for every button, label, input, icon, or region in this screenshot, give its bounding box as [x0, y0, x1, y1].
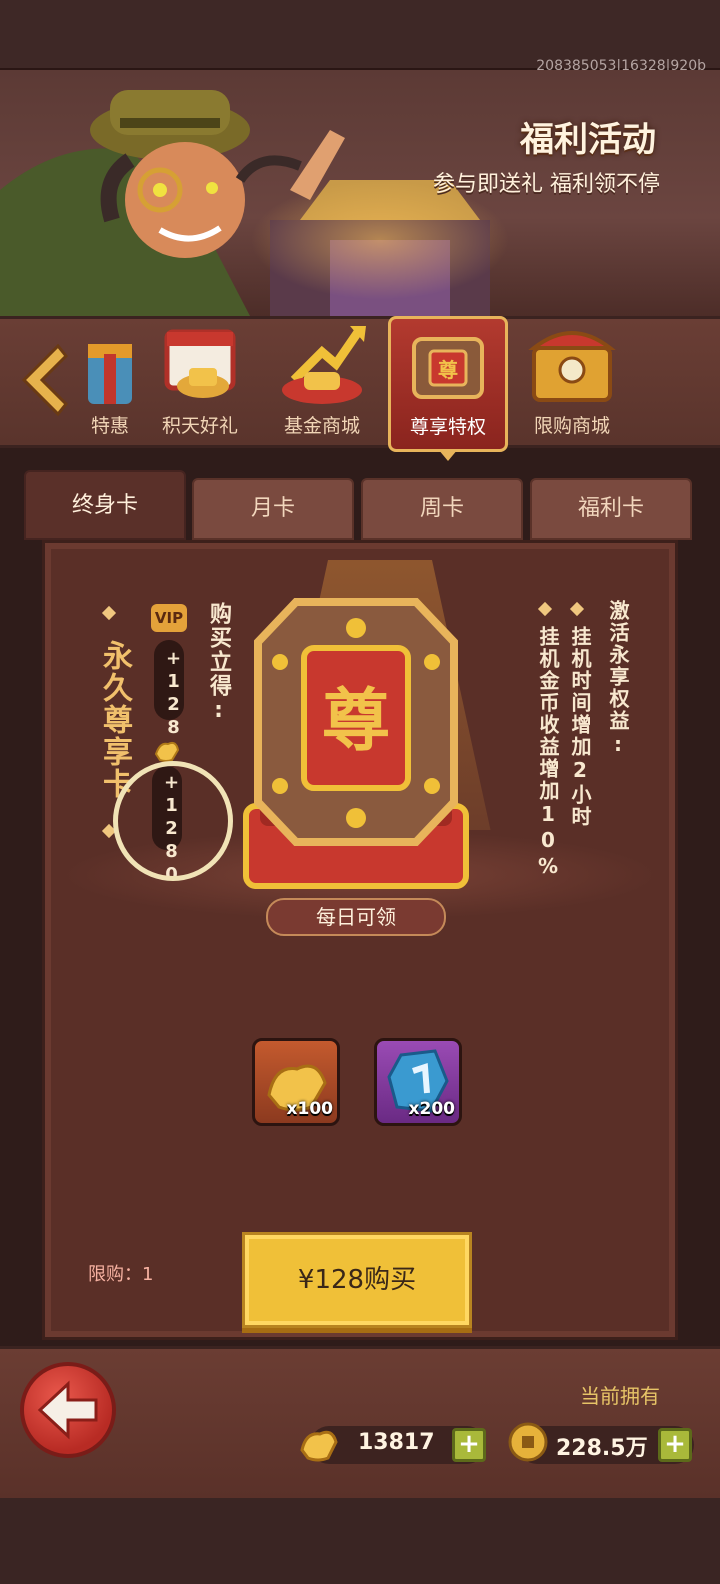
tab-monthly-card[interactable]: 月卡 — [192, 478, 354, 540]
privilege-chest-icon: 尊 — [412, 337, 484, 399]
buy-button[interactable]: ¥128购买 — [242, 1232, 472, 1328]
banner-subtitle: 参与即送礼 福利领不停 — [433, 172, 660, 197]
back-arrow-icon — [37, 1380, 98, 1440]
reward-quantity: x100 — [286, 1099, 333, 1119]
tab-weekly-card[interactable]: 周卡 — [361, 478, 523, 540]
benefits-title: 激活永享权益: — [606, 600, 630, 758]
category-label: 限购商城 — [533, 415, 610, 437]
gold-ingot-icon — [154, 741, 180, 762]
category-tab-accumulate[interactable]: 积天好礼 — [140, 316, 260, 448]
daily-reward-gem[interactable]: x200 — [374, 1038, 462, 1126]
category-label: 尊享特权 — [409, 416, 486, 438]
category-tab-fund[interactable]: 基金商城 — [262, 316, 382, 448]
vip-badge: VIP — [151, 604, 187, 632]
fund-growth-icon — [282, 326, 366, 404]
active-caret — [438, 449, 458, 461]
tab-welfare-card[interactable]: 福利卡 — [530, 478, 692, 540]
lifetime-card-title: 永久尊享卡 — [97, 640, 132, 800]
current-owned-label: 当前拥有 — [580, 1384, 660, 1408]
tab-lifetime-card[interactable]: 终身卡 — [24, 470, 186, 540]
benefit-item: 挂机金币收益增加10% — [536, 626, 560, 880]
privilege-emblem-icon: 尊 — [243, 598, 469, 889]
daily-reward-gold[interactable]: x100 — [252, 1038, 340, 1126]
coin-count: 228.5万 — [556, 1436, 648, 1461]
emblem-character: 尊 — [322, 682, 390, 761]
daily-claim-label: 每日可领 — [266, 898, 446, 936]
reward-quantity: x200 — [408, 1099, 455, 1119]
purchase-limit: 限购：1 — [88, 1264, 154, 1285]
category-label: 基金商城 — [283, 415, 360, 437]
buy-now-label: 购买立得: — [206, 602, 231, 725]
gold-ingot-icon — [300, 1430, 338, 1462]
banner-glow — [250, 180, 510, 300]
add-coins-button[interactable]: + — [658, 1428, 692, 1462]
benefit-item: 挂机时间增加2小时 — [568, 626, 592, 828]
category-tab-limited[interactable]: 限购商城 — [512, 316, 632, 448]
add-gold-button[interactable]: + — [452, 1428, 486, 1462]
bottom-strip — [0, 1498, 720, 1584]
vip-amount: +128 — [154, 640, 184, 740]
gold-ingot-count: 13817 — [358, 1430, 435, 1455]
golden-chest-icon — [528, 331, 616, 402]
highlight-ring — [113, 761, 233, 881]
gift-bag-icon — [88, 344, 132, 404]
svg-text:尊: 尊 — [438, 358, 458, 382]
card-type-tabs: 终身卡 月卡 周卡 福利卡 — [24, 470, 696, 540]
coin-icon — [508, 1422, 548, 1462]
back-button[interactable] — [20, 1362, 116, 1458]
calendar-gold-icon — [164, 329, 236, 398]
category-tab-privilege[interactable]: 尊 尊享特权 — [388, 316, 508, 461]
banner-title: 福利活动 — [520, 120, 656, 160]
category-label: 积天好礼 — [161, 415, 238, 437]
